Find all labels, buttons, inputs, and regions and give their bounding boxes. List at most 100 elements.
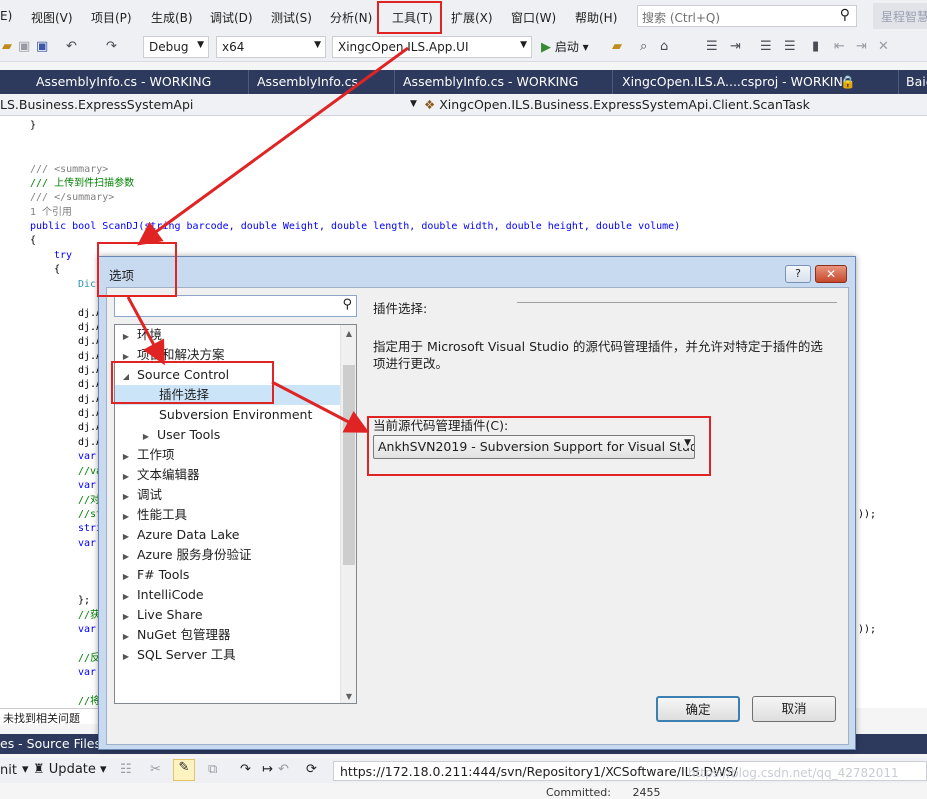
refresh-icon[interactable]: ⟳ [306,762,317,777]
platform-select[interactable]: x64 ▼ [216,36,326,58]
chevron-right-icon[interactable]: ▶ [119,547,133,567]
scrollbar-thumb[interactable] [343,365,355,565]
menu-build[interactable]: 生成(B) [151,9,193,26]
quick-search-input[interactable]: 搜索 (Ctrl+Q) ⚲ [637,5,857,27]
chevron-right-icon[interactable]: ▶ [119,447,133,467]
tab-assemblyinfo-working-2[interactable]: AssemblyInfo.cs - WORKING [403,74,578,89]
tree-scrollbar[interactable]: ▲ ▼ [340,325,356,703]
menu-help[interactable]: 帮助(H) [575,9,617,26]
tree-item-performance-tools[interactable]: ▶ 性能工具 [115,505,341,525]
chevron-right-icon[interactable]: ▶ [119,587,133,607]
dropdown-icon[interactable]: ▾ [22,762,29,777]
chevron-right-icon[interactable]: ▶ [119,327,133,347]
update-label: Update [48,762,96,777]
menu-test[interactable]: 测试(S) [271,9,312,26]
tree-item-projects-solutions[interactable]: ▶ 项目和解决方案 [115,345,341,365]
start-debugging-button[interactable]: ▶ 启动 ▾ [541,38,589,55]
cancel-button[interactable]: 取消 [752,696,836,722]
menu-view[interactable]: 视图(V) [31,9,73,26]
undo-icon[interactable]: ↶ [278,762,289,777]
update-button[interactable]: ♜ Update ▾ [33,762,107,777]
tree-item-source-control[interactable]: ◢ Source Control [115,365,341,385]
account-brand[interactable]: 星程智慧 [873,3,927,29]
find-icon[interactable]: ⌕ [640,39,647,54]
menu-extensions[interactable]: 扩展(X) [451,9,493,26]
startup-project-select[interactable]: XingcOpen.ILS.App.UI ▼ [332,36,532,58]
bookmark-icon[interactable]: ▮ [812,39,819,54]
home-icon[interactable]: ⌂ [660,39,668,54]
tree-item-plugin-selection[interactable]: 插件选择 [115,385,341,405]
member-dropdown[interactable]: ❖ XingcOpen.ILS.Business.ExpressSystemAp… [424,97,924,115]
start-label: 启动 [554,40,579,54]
tab-baic[interactable]: Baic [906,74,927,89]
namespace-dropdown[interactable]: LS.Business.ExpressSystemApi ▼ [0,97,420,115]
ok-button[interactable]: 确定 [656,696,740,722]
help-button[interactable]: ? [785,265,811,283]
tree-item-environment[interactable]: ▶ 环境 [115,325,341,345]
tree-item-nuget[interactable]: ▶ NuGet 包管理器 [115,625,341,645]
chevron-right-icon[interactable]: ▶ [119,647,133,667]
diff-icon[interactable]: ✂ [150,762,161,777]
tab-assemblyinfo-working-1[interactable]: AssemblyInfo.cs - WORKING [36,74,211,89]
menu-project[interactable]: 项目(P) [91,9,132,26]
tree-item-text-editor[interactable]: ▶ 文本编辑器 [115,465,341,485]
tab-csproj-working[interactable]: XingcOpen.ILS.A....csproj - WORKING [622,74,852,89]
tree-item-live-share[interactable]: ▶ Live Share [115,605,341,625]
configuration-select[interactable]: Debug ▼ [143,36,209,58]
menu-tools[interactable]: 工具(T) [392,9,433,26]
menu-window[interactable]: 窗口(W) [511,9,556,26]
properties-icon[interactable]: ⧉ [208,762,217,777]
chevron-right-icon[interactable]: ▶ [119,507,133,527]
code-line: )); [858,624,877,635]
undo-icon[interactable]: ↶ [66,39,77,54]
log-icon[interactable]: ☷ [120,762,132,777]
redo-icon[interactable]: ↷ [106,39,117,54]
chevron-right-icon[interactable]: ▶ [119,467,133,487]
attach-icon[interactable]: ▰ [612,39,622,54]
options-search-input[interactable]: ⚲ [114,295,357,317]
scroll-down-icon[interactable]: ▼ [341,692,356,701]
format-icon[interactable]: ☰ [706,39,718,54]
tree-item-sql-server-tools[interactable]: ▶ SQL Server 工具 [115,645,341,665]
chevron-right-icon[interactable]: ▶ [119,567,133,587]
menu-edit[interactable]: E) [0,9,12,23]
document-tab-bar: AssemblyInfo.cs - WORKING AssemblyInfo.c… [0,70,927,94]
code-line: //将 [78,696,101,707]
chevron-right-icon[interactable]: ▶ [119,347,133,367]
save-all-icon[interactable]: ▣ [36,39,48,54]
codelens-references[interactable]: 1 个引用 [30,207,72,219]
menu-analyze[interactable]: 分析(N) [330,9,372,26]
chevron-right-icon[interactable]: ▶ [119,627,133,647]
clear-bookmarks-icon[interactable]: ✕ [878,39,889,54]
commit-button[interactable]: nit [0,763,17,778]
chevron-right-icon[interactable]: ▶ [119,487,133,507]
edit-icon[interactable]: ✎ [173,759,195,781]
comment-icon[interactable]: ☰ [760,39,772,54]
navigate-icon[interactable]: ↦ [262,762,273,777]
chevron-right-icon[interactable]: ▶ [119,527,133,547]
source-control-plugin-select[interactable]: AnkhSVN2019 - Subversion Support for Vis… [373,435,695,459]
save-icon[interactable]: ▣ [18,39,30,54]
chevron-expanded-icon[interactable]: ◢ [119,367,133,387]
tree-item-subversion-environment[interactable]: Subversion Environment [115,405,341,425]
chevron-right-icon[interactable]: ▶ [139,427,153,447]
menu-debug[interactable]: 调试(D) [210,9,253,26]
tree-item-user-tools[interactable]: ▶ User Tools [115,425,341,445]
uncomment-icon[interactable]: ☰ [784,39,796,54]
tree-item-debugging[interactable]: ▶ 调试 [115,485,341,505]
tree-item-fsharp-tools[interactable]: ▶ F# Tools [115,565,341,585]
indent-icon[interactable]: ⇥ [730,39,741,54]
tree-item-work-items[interactable]: ▶ 工作项 [115,445,341,465]
open-folder-icon[interactable]: ▰ [2,39,12,54]
next-bookmark-icon[interactable]: ⇥ [856,39,867,54]
redo-icon[interactable]: ↷ [240,762,251,777]
code-line: //反 [78,653,101,664]
tree-item-intellicode[interactable]: ▶ IntelliCode [115,585,341,605]
tree-item-azure-auth[interactable]: ▶ Azure 服务身份验证 [115,545,341,565]
tree-item-azure-data-lake[interactable]: ▶ Azure Data Lake [115,525,341,545]
chevron-right-icon[interactable]: ▶ [119,607,133,627]
prev-bookmark-icon[interactable]: ⇤ [834,39,845,54]
scroll-up-icon[interactable]: ▲ [341,329,356,338]
close-button[interactable]: ✕ [815,265,847,283]
tab-assemblyinfo[interactable]: AssemblyInfo.cs [257,74,358,89]
